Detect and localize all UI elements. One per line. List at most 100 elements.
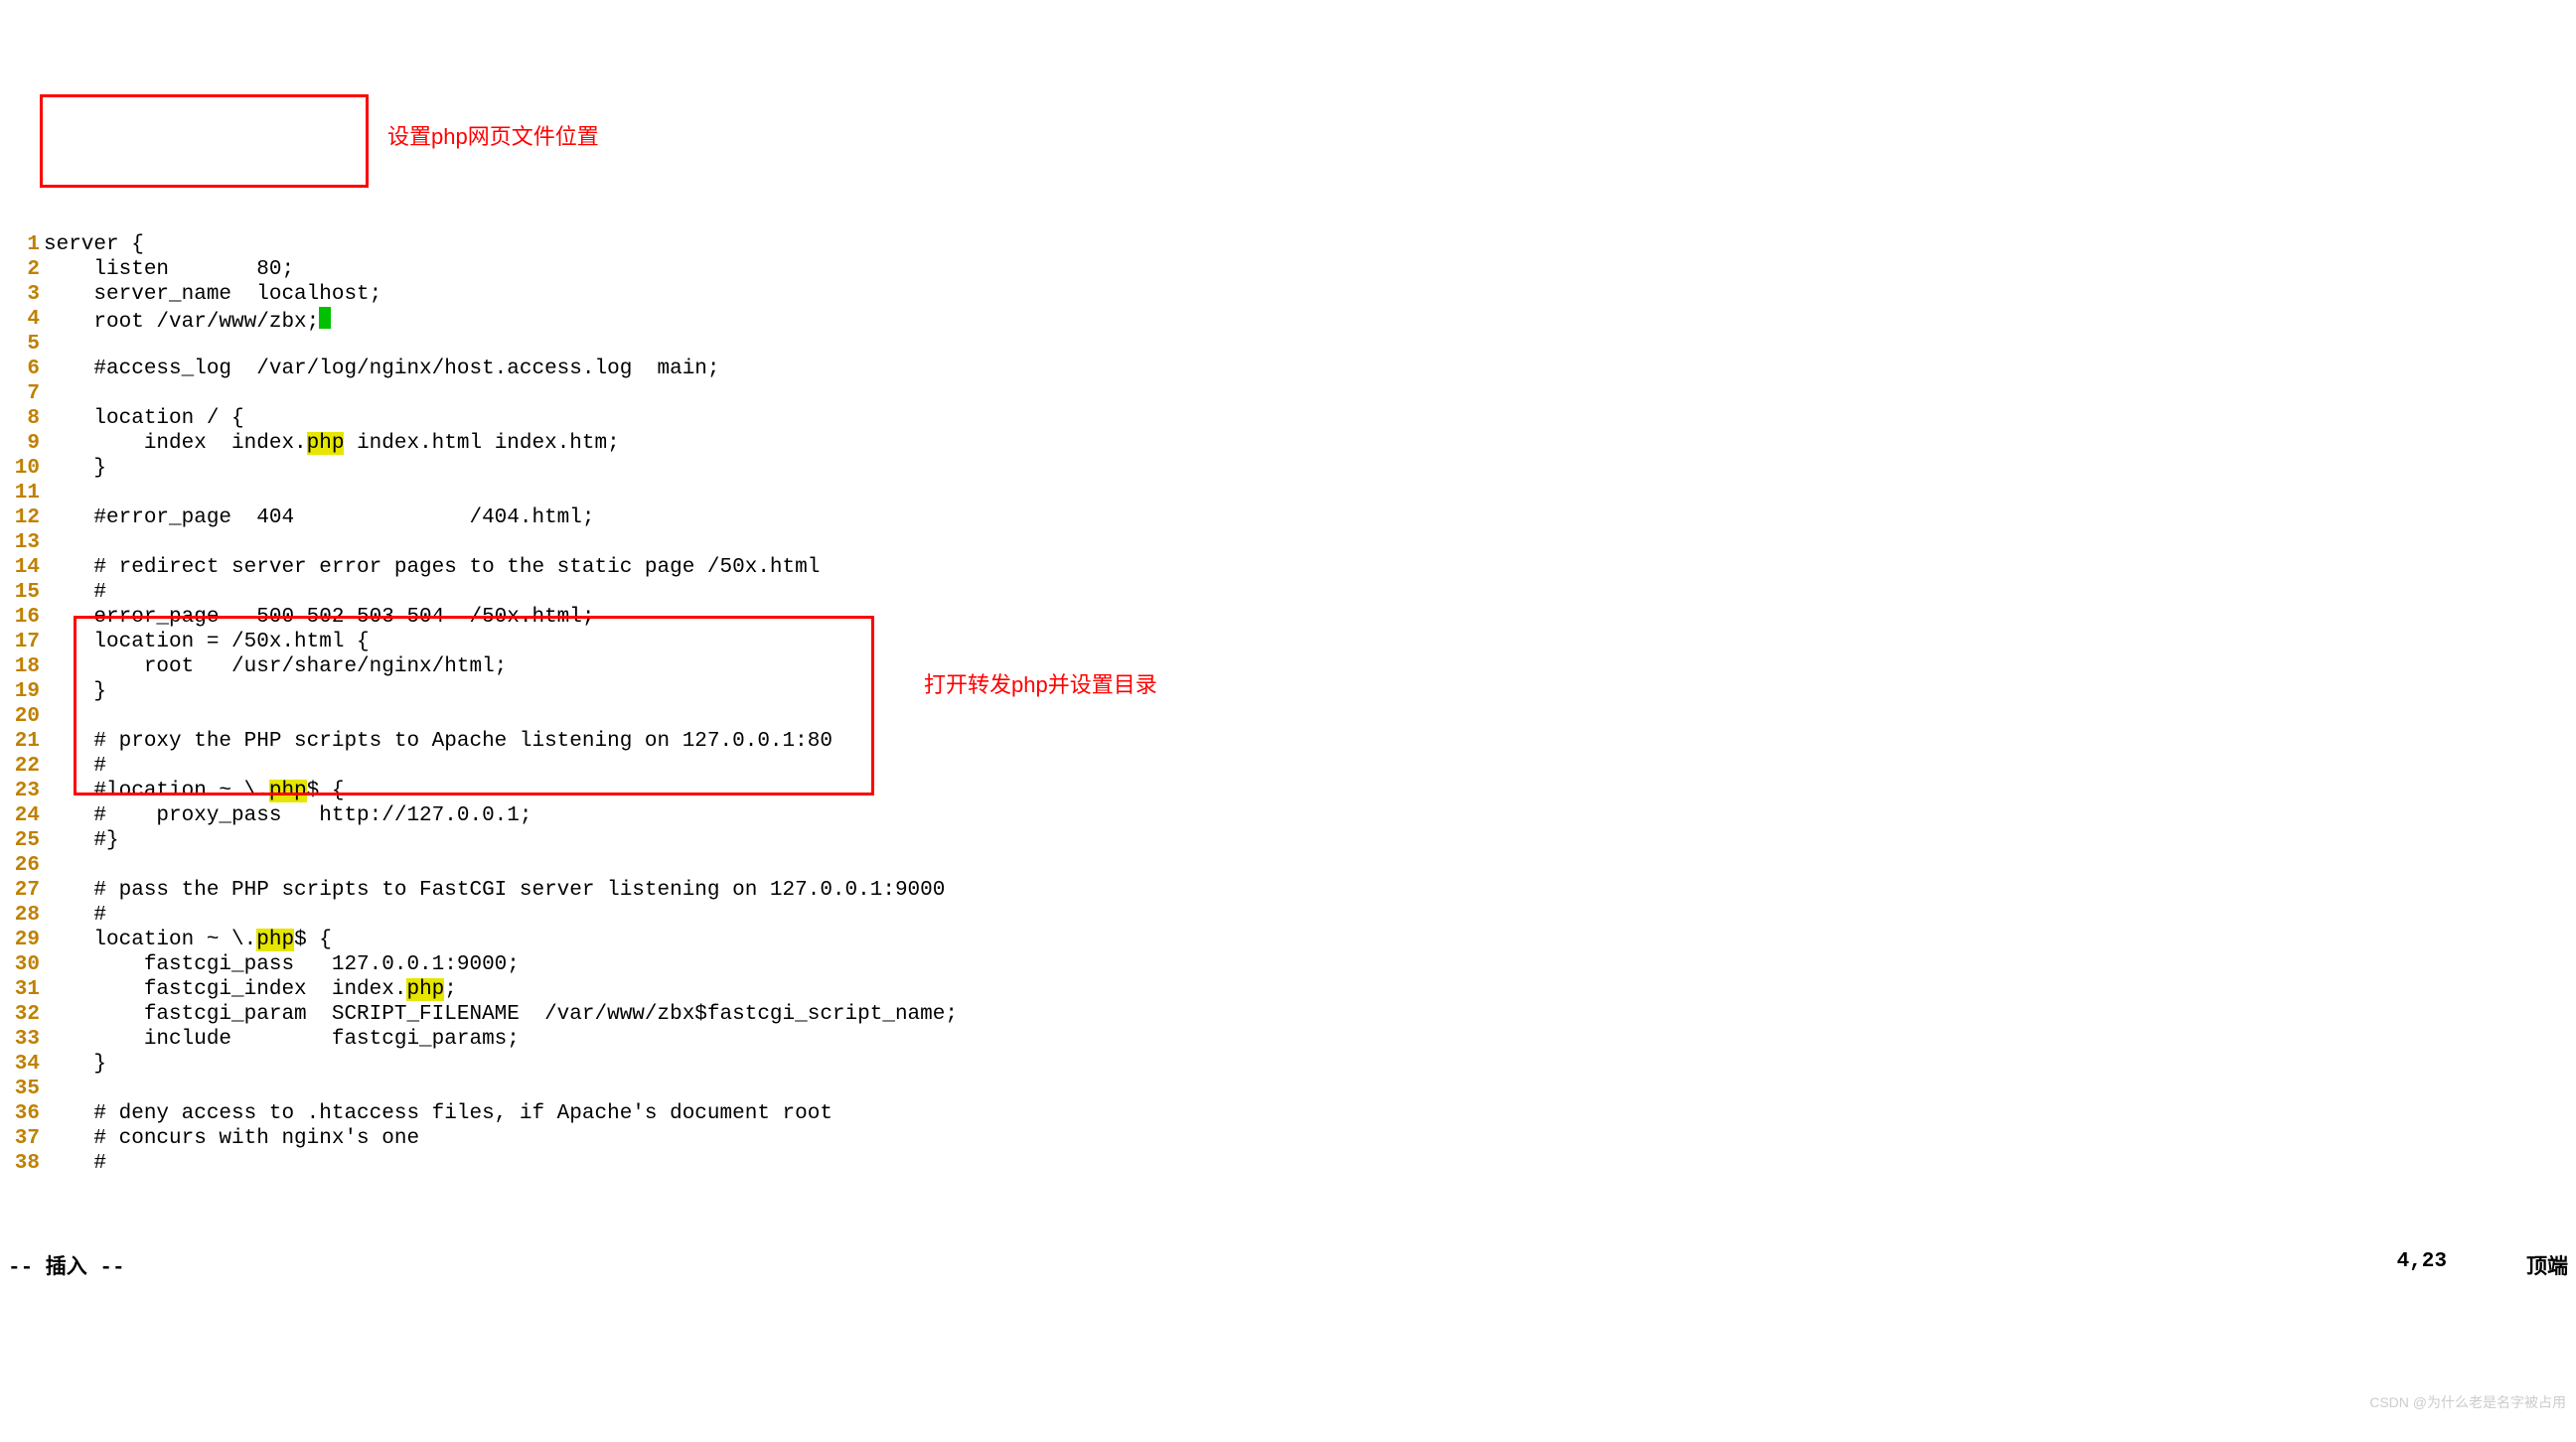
code-text[interactable]: # proxy_pass http://127.0.0.1;	[44, 803, 2576, 828]
code-text[interactable]: #location ~ \.php$ {	[44, 779, 2576, 803]
code-line[interactable]: 25 #}	[0, 828, 2576, 853]
code-text[interactable]: #	[44, 580, 2576, 605]
code-text[interactable]: # redirect server error pages to the sta…	[44, 555, 2576, 580]
line-number: 34	[0, 1052, 44, 1077]
line-number: 11	[0, 481, 44, 505]
line-number: 26	[0, 853, 44, 878]
code-text[interactable]: server_name localhost;	[44, 282, 2576, 307]
code-line[interactable]: 11	[0, 481, 2576, 505]
code-text[interactable]: #	[44, 903, 2576, 928]
line-number: 22	[0, 754, 44, 779]
code-line[interactable]: 36 # deny access to .htaccess files, if …	[0, 1101, 2576, 1126]
line-number: 3	[0, 282, 44, 307]
line-number: 4	[0, 307, 44, 332]
code-text[interactable]: root /usr/share/nginx/html;	[44, 654, 2576, 679]
line-number: 31	[0, 977, 44, 1002]
search-highlight: php	[269, 780, 307, 802]
line-number: 7	[0, 381, 44, 406]
code-line[interactable]: 30 fastcgi_pass 127.0.0.1:9000;	[0, 952, 2576, 977]
code-text[interactable]: #access_log /var/log/nginx/host.access.l…	[44, 357, 2576, 381]
line-number: 23	[0, 779, 44, 803]
code-line[interactable]: 14 # redirect server error pages to the …	[0, 555, 2576, 580]
code-line[interactable]: 7	[0, 381, 2576, 406]
code-line[interactable]: 22 #	[0, 754, 2576, 779]
line-number: 12	[0, 505, 44, 530]
line-number: 15	[0, 580, 44, 605]
annotation-text-bottom: 打开转发php并设置目录	[924, 667, 1157, 699]
line-number: 32	[0, 1002, 44, 1027]
code-text[interactable]: # deny access to .htaccess files, if Apa…	[44, 1101, 2576, 1126]
code-line[interactable]: 33 include fastcgi_params;	[0, 1027, 2576, 1052]
code-text[interactable]: # pass the PHP scripts to FastCGI server…	[44, 878, 2576, 903]
code-text[interactable]: fastcgi_pass 127.0.0.1:9000;	[44, 952, 2576, 977]
code-text[interactable]: index index.php index.html index.htm;	[44, 431, 2576, 456]
search-highlight: php	[406, 978, 444, 1001]
code-line[interactable]: 3 server_name localhost;	[0, 282, 2576, 307]
code-line[interactable]: 8 location / {	[0, 406, 2576, 431]
line-number: 24	[0, 803, 44, 828]
code-text[interactable]: #}	[44, 828, 2576, 853]
code-text[interactable]: # concurs with nginx's one	[44, 1126, 2576, 1151]
code-line[interactable]: 35	[0, 1077, 2576, 1101]
code-line[interactable]: 21 # proxy the PHP scripts to Apache lis…	[0, 729, 2576, 754]
code-line[interactable]: 38 #	[0, 1151, 2576, 1176]
code-line[interactable]: 4 root /var/www/zbx;	[0, 307, 2576, 332]
code-line[interactable]: 19 }	[0, 679, 2576, 704]
code-line[interactable]: 28 #	[0, 903, 2576, 928]
code-text[interactable]: fastcgi_param SCRIPT_FILENAME /var/www/z…	[44, 1002, 2576, 1027]
vim-status-bar: -- 插入 -- 4,23 顶端	[0, 1248, 2576, 1282]
code-line[interactable]: 34 }	[0, 1052, 2576, 1077]
code-text[interactable]: #	[44, 754, 2576, 779]
code-text[interactable]: server {	[44, 232, 2576, 257]
code-text[interactable]: listen 80;	[44, 257, 2576, 282]
line-number: 25	[0, 828, 44, 853]
line-number: 13	[0, 530, 44, 555]
code-text[interactable]: root /var/www/zbx;	[44, 307, 2576, 335]
code-line[interactable]: 2 listen 80;	[0, 257, 2576, 282]
line-number: 21	[0, 729, 44, 754]
code-line[interactable]: 10 }	[0, 456, 2576, 481]
code-line[interactable]: 26	[0, 853, 2576, 878]
code-text[interactable]: }	[44, 679, 2576, 704]
code-text[interactable]: include fastcgi_params;	[44, 1027, 2576, 1052]
code-line[interactable]: 29 location ~ \.php$ {	[0, 928, 2576, 952]
code-text[interactable]: location / {	[44, 406, 2576, 431]
code-text[interactable]: }	[44, 1052, 2576, 1077]
code-line[interactable]: 31 fastcgi_index index.php;	[0, 977, 2576, 1002]
code-line[interactable]: 32 fastcgi_param SCRIPT_FILENAME /var/ww…	[0, 1002, 2576, 1027]
line-number: 19	[0, 679, 44, 704]
code-line[interactable]: 13	[0, 530, 2576, 555]
line-number: 38	[0, 1151, 44, 1176]
vim-scroll-pos: 顶端	[2526, 1250, 2568, 1280]
code-line[interactable]: 27 # pass the PHP scripts to FastCGI ser…	[0, 878, 2576, 903]
code-line[interactable]: 23 #location ~ \.php$ {	[0, 779, 2576, 803]
code-text[interactable]: # proxy the PHP scripts to Apache listen…	[44, 729, 2576, 754]
editor-area[interactable]: 设置php网页文件位置 打开转发php并设置目录 1server {2 list…	[0, 91, 2576, 1203]
code-text[interactable]: #error_page 404 /404.html;	[44, 505, 2576, 530]
code-line[interactable]: 16 error_page 500 502 503 504 /50x.html;	[0, 605, 2576, 630]
line-number: 36	[0, 1101, 44, 1126]
line-number: 29	[0, 928, 44, 952]
code-line[interactable]: 1server {	[0, 232, 2576, 257]
line-number: 28	[0, 903, 44, 928]
line-number: 2	[0, 257, 44, 282]
code-line[interactable]: 15 #	[0, 580, 2576, 605]
line-number: 5	[0, 332, 44, 357]
code-line[interactable]: 9 index index.php index.html index.htm;	[0, 431, 2576, 456]
code-text[interactable]: fastcgi_index index.php;	[44, 977, 2576, 1002]
code-line[interactable]: 24 # proxy_pass http://127.0.0.1;	[0, 803, 2576, 828]
code-line[interactable]: 12 #error_page 404 /404.html;	[0, 505, 2576, 530]
line-number: 37	[0, 1126, 44, 1151]
code-text[interactable]: location ~ \.php$ {	[44, 928, 2576, 952]
code-line[interactable]: 20	[0, 704, 2576, 729]
code-line[interactable]: 18 root /usr/share/nginx/html;	[0, 654, 2576, 679]
code-text[interactable]: location = /50x.html {	[44, 630, 2576, 654]
code-line[interactable]: 5	[0, 332, 2576, 357]
code-text[interactable]: #	[44, 1151, 2576, 1176]
code-text[interactable]: error_page 500 502 503 504 /50x.html;	[44, 605, 2576, 630]
code-text[interactable]: }	[44, 456, 2576, 481]
code-line[interactable]: 17 location = /50x.html {	[0, 630, 2576, 654]
code-line[interactable]: 37 # concurs with nginx's one	[0, 1126, 2576, 1151]
line-number: 35	[0, 1077, 44, 1101]
code-line[interactable]: 6 #access_log /var/log/nginx/host.access…	[0, 357, 2576, 381]
